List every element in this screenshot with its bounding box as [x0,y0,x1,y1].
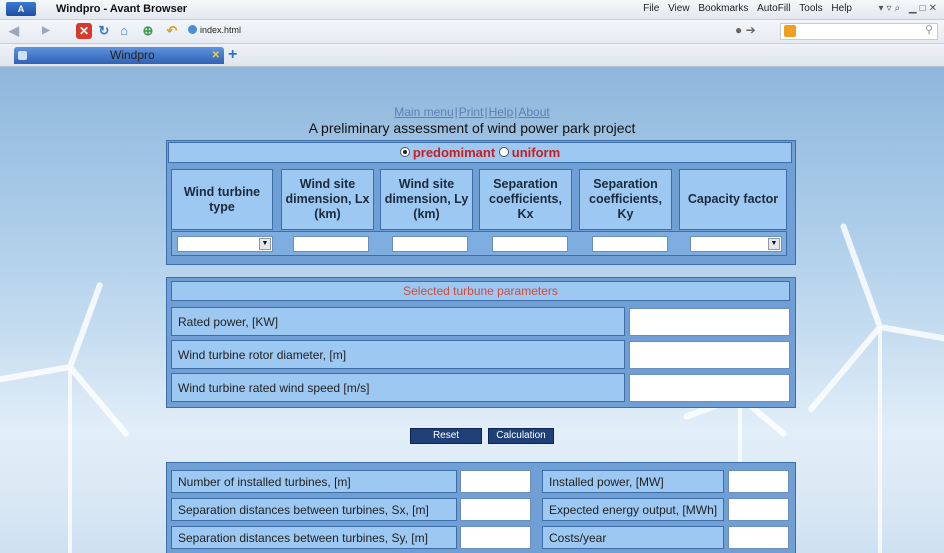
search-input[interactable]: ⚲ [780,23,938,40]
menu-view[interactable]: View [668,3,690,14]
window-controls[interactable]: ▾▿⌕ ▁□✕ [878,3,940,14]
menu-bar: File View Bookmarks AutoFill Tools Help [637,3,852,14]
kx-input[interactable] [492,236,568,252]
go-arrow-icon[interactable]: ● ➔ [735,23,756,37]
separation-sy-label: Separation distances between turbines, S… [171,526,457,549]
separation-sx-value[interactable] [460,498,531,521]
new-tab-icon[interactable]: + [228,46,237,64]
distribution-radio-group: predomimant uniform [168,142,792,163]
top-links: Main menu|Print|Help|About [394,105,550,119]
tab-favicon-icon [18,51,27,60]
installed-power-value[interactable] [728,470,789,493]
search-engine-icon[interactable] [784,25,796,37]
radio-label-uniform: uniform [511,145,561,160]
close-tab-icon[interactable]: ✕ [212,47,220,64]
tab-label: Windpro [110,48,155,62]
forward-icon[interactable]: ▶ [38,23,54,39]
link-help[interactable]: Help [489,105,514,119]
column-header-lx: Wind site dimension, Lx (km) [281,169,374,230]
turbine-type-select[interactable]: ▼ [177,236,273,252]
menu-tools[interactable]: Tools [799,3,822,14]
navigation-bar: ◀ ▶ ✕ ↻ ⌂ ⊕ ↶ index.html ● ➔ ⚲ [0,20,944,44]
refresh-icon[interactable]: ↻ [96,23,112,39]
costs-year-value[interactable] [728,526,789,549]
title-bar: A Windpro - Avant Browser File View Book… [0,0,944,20]
column-header-ky: Separation coefficients, Ky [579,169,672,230]
radio-button-icon[interactable] [498,147,509,157]
menu-bookmarks[interactable]: Bookmarks [698,3,748,14]
tab-bar: Windpro ✕ + [0,44,944,67]
menu-file[interactable]: File [643,3,659,14]
capacity-factor-select[interactable]: ▼ [690,236,782,252]
address-text: index.html [200,25,242,35]
installed-turbines-label: Number of installed turbines, [m] [171,470,457,493]
costs-year-label: Costs/year [542,526,724,549]
radio-uniform[interactable]: uniform [498,145,561,160]
radio-button-icon[interactable] [399,147,410,157]
column-header-capacity-factor: Capacity factor [679,169,787,230]
radio-predominant[interactable]: predomimant [399,145,496,160]
column-header-ly: Wind site dimension, Ly (km) [380,169,473,230]
radio-label-predominant: predomimant [412,145,496,160]
separation-sx-label: Separation distances between turbines, S… [171,498,457,521]
page-title: A preliminary assessment of wind power p… [308,120,636,136]
calculation-button[interactable]: Calculation [488,428,554,444]
rated-wind-speed-value[interactable] [629,374,790,402]
window-title: Windpro - Avant Browser [56,3,188,15]
browser-logo-icon: A [6,2,36,16]
menu-help[interactable]: Help [831,3,852,14]
ky-input[interactable] [592,236,668,252]
column-header-kx: Separation coefficients, Kx [479,169,572,230]
back-icon[interactable]: ◀ [6,23,22,39]
energy-output-label: Expected energy output, [MWh] [542,498,724,521]
rated-power-value[interactable] [629,308,790,336]
rotor-diameter-label: Wind turbine rotor diameter, [m] [171,340,625,369]
favorites-icon[interactable]: ⊕ [140,23,156,39]
address-bar[interactable]: index.html [188,23,708,38]
separation-sy-value[interactable] [460,526,531,549]
reset-button[interactable]: Reset [410,428,482,444]
page-content: Main menu|Print|Help|About A preliminary… [0,67,944,553]
rated-power-label: Rated power, [KW] [171,307,625,336]
chevron-down-icon[interactable]: ▼ [259,238,271,250]
link-print[interactable]: Print [459,105,484,119]
tab-windpro[interactable]: Windpro ✕ [14,47,224,64]
page-icon [188,25,197,34]
link-about[interactable]: About [518,105,549,119]
stop-icon[interactable]: ✕ [76,23,92,39]
column-header-turbine-type: Wind turbine type [171,169,273,230]
parameters-title: Selected turbune parameters [171,281,790,301]
link-main-menu[interactable]: Main menu [394,105,453,119]
home-icon[interactable]: ⌂ [116,23,132,39]
installed-power-label: Installed power, [MW] [542,470,724,493]
lx-input[interactable] [293,236,369,252]
chevron-down-icon[interactable]: ▼ [768,238,780,250]
search-icon[interactable]: ⚲ [925,23,933,36]
rated-wind-speed-label: Wind turbine rated wind speed [m/s] [171,373,625,402]
menu-autofill[interactable]: AutoFill [757,3,790,14]
energy-output-value[interactable] [728,498,789,521]
installed-turbines-value[interactable] [460,470,531,493]
rotor-diameter-value[interactable] [629,341,790,369]
ly-input[interactable] [392,236,468,252]
undo-icon[interactable]: ↶ [164,23,180,39]
